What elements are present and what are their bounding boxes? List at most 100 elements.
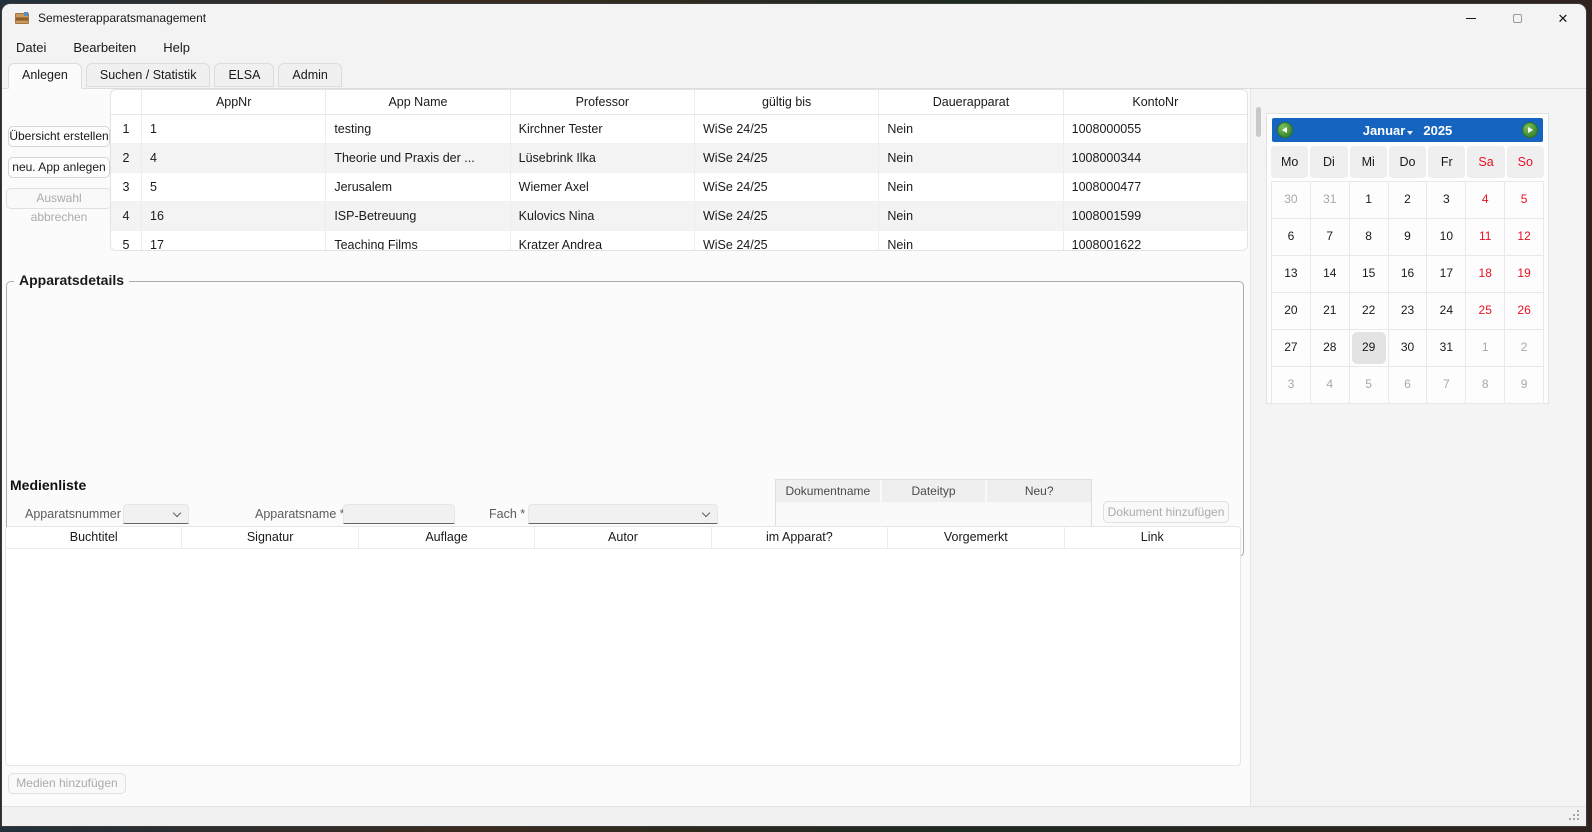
apparatsdetails-legend: Apparatsdetails (14, 272, 129, 288)
calendar-date-cell[interactable]: 8 (1466, 367, 1504, 403)
calendar-date-number: 9 (1391, 221, 1425, 253)
calendar-date-cell[interactable]: 19 (1505, 256, 1543, 292)
übersicht-erstellen-button[interactable]: Übersicht erstellen (8, 126, 110, 147)
calendar-date-cell[interactable]: 4 (1466, 182, 1504, 218)
calendar-date-cell[interactable]: 21 (1311, 293, 1349, 329)
column-header-kontonr[interactable]: KontoNr (1063, 90, 1247, 114)
table-cell: Lüsebrink Ilka (510, 144, 694, 172)
calendar-date-cell[interactable]: 1 (1466, 330, 1504, 366)
calendar-date-cell[interactable]: 18 (1466, 256, 1504, 292)
calendar-date-cell[interactable]: 1 (1350, 182, 1388, 218)
calendar-date-cell[interactable]: 5 (1350, 367, 1388, 403)
calendar-date-cell[interactable]: 28 (1311, 330, 1349, 366)
media-column-header-buchtitel[interactable]: Buchtitel (6, 527, 182, 548)
calendar-year-label: 2025 (1423, 123, 1452, 138)
column-header-dauerapparat[interactable]: Dauerapparat (878, 90, 1062, 114)
maximize-button[interactable] (1494, 4, 1540, 32)
calendar-date-cell[interactable]: 30 (1272, 182, 1310, 218)
medien-hinzufuegen-button[interactable]: Medien hinzufügen (8, 773, 126, 794)
menu-item-help[interactable]: Help (163, 40, 190, 55)
apps-table-row[interactable]: 11testingKirchner TesterWiSe 24/25Nein10… (111, 115, 1247, 144)
fach-select[interactable] (528, 504, 718, 524)
menu-item-bearbeiten[interactable]: Bearbeiten (73, 40, 136, 55)
calendar-date-cell[interactable]: 5 (1505, 182, 1543, 218)
doc-column-header-neu[interactable]: Neu? (987, 480, 1091, 502)
tab-elsa[interactable]: ELSA (214, 63, 274, 87)
column-header-gültig-bis[interactable]: gültig bis (694, 90, 878, 114)
apps-table-scrollbar[interactable] (1256, 107, 1261, 137)
prev-month-button[interactable] (1277, 122, 1293, 138)
column-header-professor[interactable]: Professor (510, 90, 694, 114)
neu-app-anlegen-button[interactable]: neu. App anlegen (8, 157, 110, 178)
menu-item-datei[interactable]: Datei (16, 40, 46, 55)
column-header-app-name[interactable]: App Name (325, 90, 509, 114)
apparatsnummer-select[interactable] (123, 504, 189, 524)
app-icon (14, 10, 30, 26)
calendar-date-cell[interactable]: 8 (1350, 219, 1388, 255)
media-column-header-im-apparat[interactable]: im Apparat? (712, 527, 888, 548)
tab-admin[interactable]: Admin (278, 63, 341, 87)
table-cell: Kratzer Andrea (510, 231, 694, 251)
apps-table-row[interactable]: 517Teaching FilmsKratzer AndreaWiSe 24/2… (111, 231, 1247, 251)
media-column-header-autor[interactable]: Autor (535, 527, 711, 548)
media-column-header-link[interactable]: Link (1065, 527, 1240, 548)
calendar-date-cell[interactable]: 10 (1427, 219, 1465, 255)
fach-label: Fach * (489, 504, 525, 524)
calendar-date-cell[interactable]: 27 (1272, 330, 1310, 366)
apps-table-row[interactable]: 24Theorie und Praxis der ...Lüsebrink Il… (111, 144, 1247, 173)
calendar-date-cell[interactable]: 31 (1311, 182, 1349, 218)
column-header-appnr[interactable]: AppNr (141, 90, 325, 114)
calendar-date-cell[interactable]: 3 (1272, 367, 1310, 403)
calendar-date-cell[interactable]: 11 (1466, 219, 1504, 255)
calendar-date-cell[interactable]: 9 (1389, 219, 1427, 255)
apps-table-row[interactable]: 416ISP-BetreuungKulovics NinaWiSe 24/25N… (111, 202, 1247, 231)
media-column-header-vorgemerkt[interactable]: Vorgemerkt (888, 527, 1064, 548)
calendar-date-cell[interactable]: 2 (1505, 330, 1543, 366)
calendar-date-cell[interactable]: 7 (1427, 367, 1465, 403)
minimize-button[interactable] (1448, 4, 1494, 32)
next-month-button[interactable] (1522, 122, 1538, 138)
tab-anlegen[interactable]: Anlegen (8, 63, 82, 89)
calendar-date-cell[interactable]: 15 (1350, 256, 1388, 292)
calendar-date-cell[interactable]: 7 (1311, 219, 1349, 255)
doc-column-header-dokumentname[interactable]: Dokumentname (776, 480, 882, 502)
calendar-date-number: 2 (1391, 184, 1425, 216)
calendar-date-number: 15 (1352, 258, 1386, 290)
apparatsname-input[interactable] (343, 504, 455, 524)
calendar-date-cell[interactable]: 22 (1350, 293, 1388, 329)
apps-table-row[interactable]: 35JerusalemWiemer AxelWiSe 24/25Nein1008… (111, 173, 1247, 202)
table-cell: WiSe 24/25 (694, 173, 878, 201)
close-button[interactable]: ✕ (1540, 4, 1586, 32)
calendar-date-cell[interactable]: 6 (1272, 219, 1310, 255)
calendar-date-cell[interactable]: 16 (1389, 256, 1427, 292)
calendar-date-cell[interactable]: 2 (1389, 182, 1427, 218)
calendar-date-cell[interactable]: 30 (1389, 330, 1427, 366)
calendar-date-cell[interactable]: 24 (1427, 293, 1465, 329)
calendar-date-cell[interactable]: 6 (1389, 367, 1427, 403)
calendar-date-cell[interactable]: 23 (1389, 293, 1427, 329)
calendar-date-cell[interactable]: 12 (1505, 219, 1543, 255)
calendar-date-cell[interactable]: 4 (1311, 367, 1349, 403)
calendar-date-cell[interactable]: 29 (1350, 330, 1388, 366)
medienliste-table: BuchtitelSignaturAuflageAutorim Apparat?… (5, 526, 1241, 766)
auswahl-abbrechen-button[interactable]: Auswahl abbrechen (6, 188, 112, 209)
calendar-date-cell[interactable]: 9 (1505, 367, 1543, 403)
calendar-date-cell[interactable]: 25 (1466, 293, 1504, 329)
calendar-date-cell[interactable]: 3 (1427, 182, 1465, 218)
calendar-date-cell[interactable]: 14 (1311, 256, 1349, 292)
media-column-header-signatur[interactable]: Signatur (182, 527, 358, 548)
dokument-hinzufuegen-button[interactable]: Dokument hinzufügen (1103, 501, 1229, 523)
calendar-date-cell[interactable]: 26 (1505, 293, 1543, 329)
calendar-date-cell[interactable]: 31 (1427, 330, 1465, 366)
doc-column-header-dateityp[interactable]: Dateityp (882, 480, 988, 502)
calendar-date-cell[interactable]: 17 (1427, 256, 1465, 292)
calendar-date-cell[interactable]: 13 (1272, 256, 1310, 292)
calendar-weekday-row: MoDiMiDoFrSaSo (1271, 146, 1544, 178)
calendar-month-year[interactable]: Januar 2025 (1363, 123, 1453, 138)
calendar-date-number: 9 (1507, 369, 1541, 401)
row-number: 4 (111, 202, 141, 230)
resize-grip-icon[interactable] (1569, 810, 1581, 822)
calendar-date-cell[interactable]: 20 (1272, 293, 1310, 329)
media-column-header-auflage[interactable]: Auflage (359, 527, 535, 548)
tab-suchen-statistik[interactable]: Suchen / Statistik (86, 63, 211, 87)
